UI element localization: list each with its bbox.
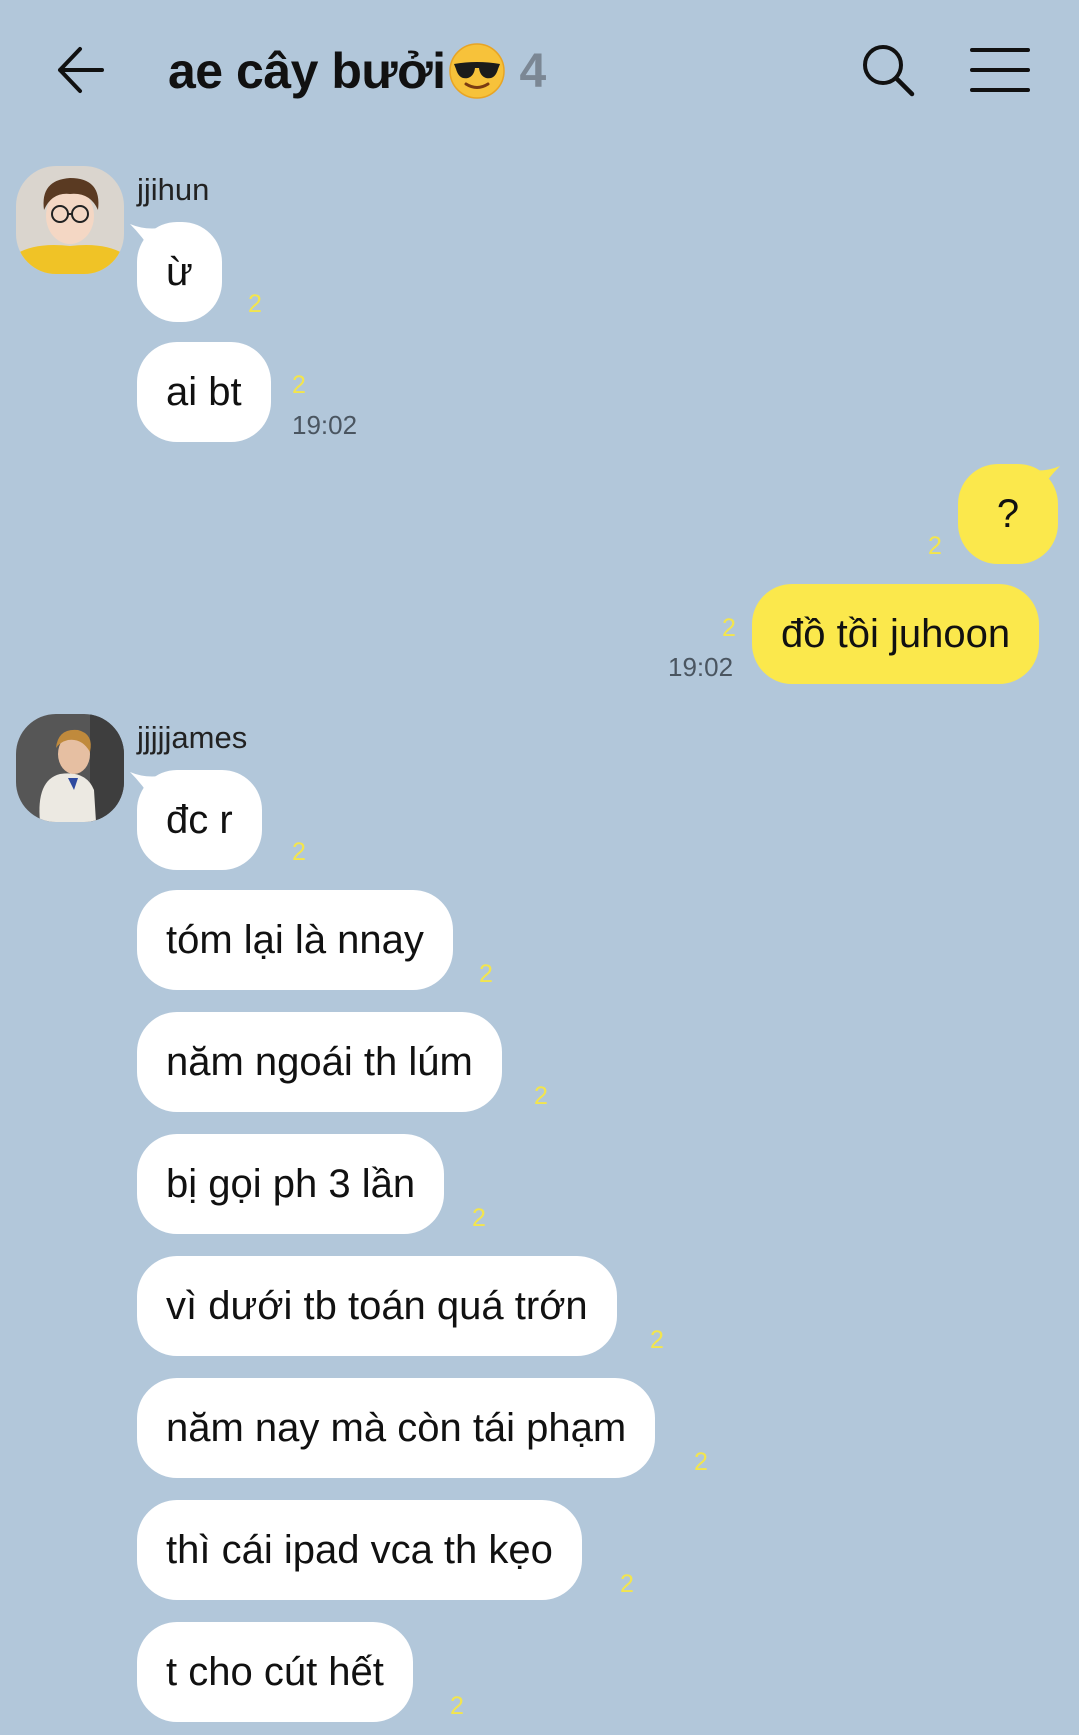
sender-name-jjjjjames: jjjjjames [137, 720, 248, 755]
message-bubble-incoming[interactable]: t cho cút hết [137, 1622, 413, 1722]
chat-title: ae cây bưởi [168, 43, 446, 99]
message-timestamp: 19:02 [668, 652, 734, 682]
menu-icon[interactable] [970, 44, 1030, 96]
chat-title-group[interactable]: ae cây bưởi 4 [168, 42, 546, 100]
member-count: 4 [519, 44, 547, 98]
avatar-jjihun[interactable] [16, 166, 124, 274]
unread-count: 2 [479, 960, 493, 988]
unread-count: 2 [620, 1570, 634, 1598]
message-bubble-incoming[interactable]: ừ [137, 222, 222, 322]
message-bubble-incoming[interactable]: năm ngoái th lúm [137, 1012, 502, 1112]
message-bubble-incoming[interactable]: thì cái ipad vca th kẹo [137, 1500, 582, 1600]
message-bubble-incoming[interactable]: đc r [137, 770, 262, 870]
message-bubble-outgoing[interactable]: đồ tồi juhoon [752, 584, 1040, 684]
message-bubble-incoming[interactable]: ai bt [137, 342, 271, 442]
unread-count: 2 [534, 1082, 548, 1110]
message-bubble-incoming[interactable]: tóm lại là nnay [137, 890, 453, 990]
message-bubble-incoming[interactable]: bị gọi ph 3 lần [137, 1134, 445, 1234]
sender-name-jjihun: jjihun [137, 172, 210, 207]
unread-count: 2 [292, 838, 306, 866]
unread-count: 2 [650, 1326, 664, 1354]
chat-header: ae cây bưởi 4 [0, 0, 1079, 150]
avatar-jjjjjames[interactable] [16, 714, 124, 822]
unread-count: 2 [694, 1448, 708, 1476]
unread-count: 2 [248, 290, 262, 318]
unread-count: 2 [472, 1204, 486, 1232]
unread-count: 2 [928, 532, 942, 560]
message-bubble-incoming[interactable]: vì dưới tb toán quá trớn [137, 1256, 617, 1356]
back-arrow-icon[interactable] [52, 40, 112, 100]
unread-count: 2 [450, 1692, 464, 1720]
sunglasses-emoji-icon [448, 43, 505, 99]
message-bubble-incoming[interactable]: năm nay mà còn tái phạm [137, 1378, 656, 1478]
unread-count: 2 [722, 614, 736, 642]
message-bubble-outgoing[interactable]: ? [958, 464, 1058, 564]
unread-count: 2 [292, 371, 306, 399]
search-icon[interactable] [858, 40, 918, 100]
message-timestamp: 19:02 [292, 410, 358, 440]
